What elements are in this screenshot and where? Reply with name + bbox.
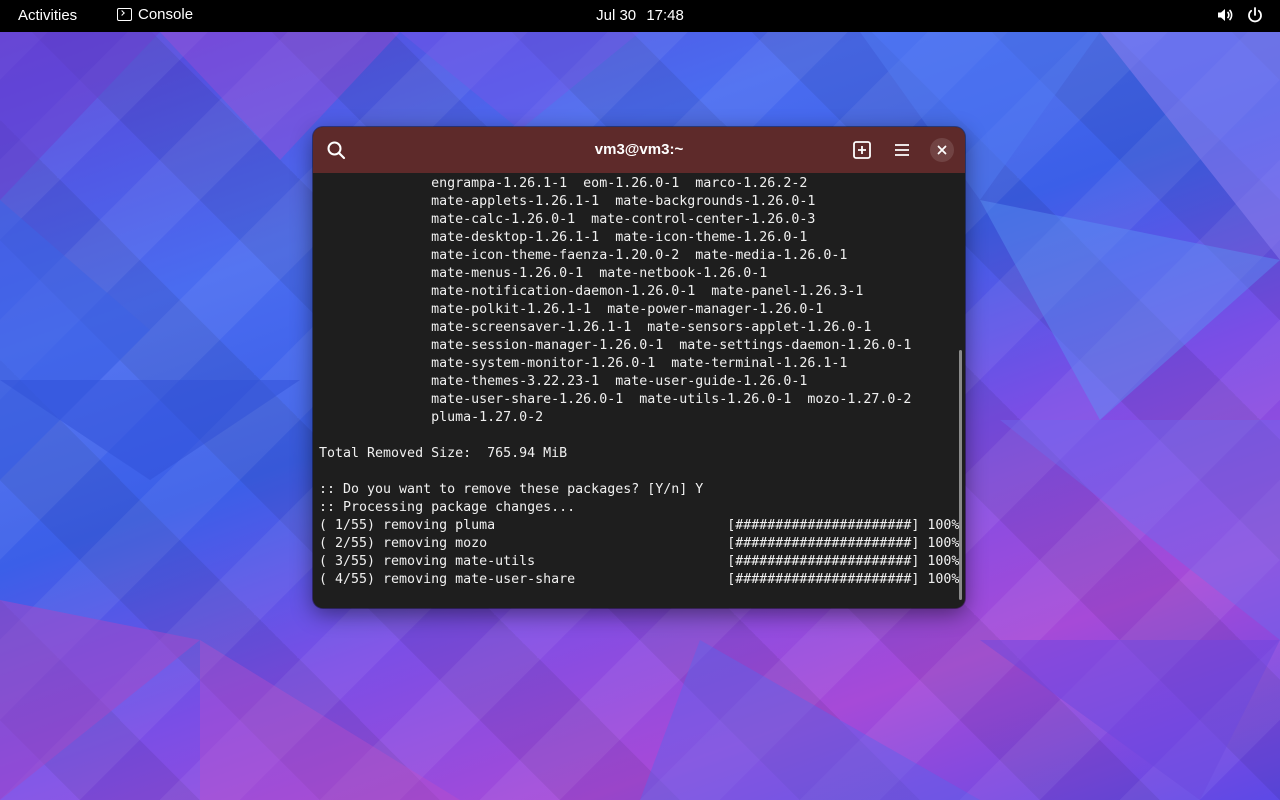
clock-time: 17:48 — [646, 7, 684, 24]
terminal-text: engrampa-1.26.1-1 eom-1.26.0-1 marco-1.2… — [319, 175, 959, 589]
terminal-line: mate-system-monitor-1.26.0-1 mate-termin… — [319, 356, 848, 371]
clock-date: Jul 30 — [596, 7, 637, 24]
main-menu-button[interactable] — [891, 139, 913, 161]
terminal-line: engrampa-1.26.1-1 eom-1.26.0-1 marco-1.2… — [319, 176, 808, 191]
terminal-line: ( 3/55) removing mate-utils [###########… — [319, 554, 960, 569]
terminal-line: mate-user-share-1.26.0-1 mate-utils-1.26… — [319, 392, 912, 407]
terminal-line: mate-themes-3.22.23-1 mate-user-guide-1.… — [319, 374, 808, 389]
close-button[interactable] — [930, 138, 954, 162]
terminal-window[interactable]: vm3@vm3:~ engrampa-1.26.1-1 eom-1.26.0-1… — [313, 127, 965, 608]
scrollbar[interactable] — [959, 350, 962, 600]
system-menu[interactable] — [1216, 6, 1264, 24]
window-headerbar[interactable]: vm3@vm3:~ — [313, 127, 965, 173]
terminal-line: mate-icon-theme-faenza-1.20.0-2 mate-med… — [319, 248, 848, 263]
terminal-line: mate-menus-1.26.0-1 mate-netbook-1.26.0-… — [319, 266, 768, 281]
power-icon — [1248, 7, 1262, 23]
terminal-line: ( 4/55) removing mate-user-share [######… — [319, 572, 960, 587]
x-icon — [937, 145, 947, 155]
terminal-line: mate-notification-daemon-1.26.0-1 mate-p… — [319, 284, 864, 299]
terminal-line: ( 1/55) removing pluma [################… — [319, 518, 960, 533]
terminal-line: mate-calc-1.26.0-1 mate-control-center-1… — [319, 212, 816, 227]
plus-square-icon — [853, 141, 871, 159]
speaker-icon — [1218, 9, 1233, 21]
terminal-line: mate-session-manager-1.26.0-1 mate-setti… — [319, 338, 912, 353]
top-bar: Activities Console Jul 30 17:48 — [0, 0, 1280, 32]
terminal-line: pluma-1.27.0-2 — [319, 410, 544, 425]
terminal-output[interactable]: engrampa-1.26.1-1 eom-1.26.0-1 marco-1.2… — [313, 173, 965, 608]
terminal-line: mate-polkit-1.26.1-1 mate-power-manager-… — [319, 302, 824, 317]
clock[interactable]: Jul 30 17:48 — [0, 7, 1280, 24]
hamburger-icon — [895, 144, 909, 156]
terminal-line: :: Do you want to remove these packages?… — [319, 482, 704, 497]
terminal-line: ( 2/55) removing mozo [#################… — [319, 536, 960, 551]
terminal-line: :: Processing package changes... — [319, 500, 576, 515]
terminal-line: mate-screensaver-1.26.1-1 mate-sensors-a… — [319, 320, 872, 335]
terminal-line: mate-applets-1.26.1-1 mate-backgrounds-1… — [319, 194, 816, 209]
terminal-line: mate-desktop-1.26.1-1 mate-icon-theme-1.… — [319, 230, 808, 245]
terminal-line: Total Removed Size: 765.94 MiB — [319, 446, 568, 461]
new-tab-button[interactable] — [851, 139, 873, 161]
